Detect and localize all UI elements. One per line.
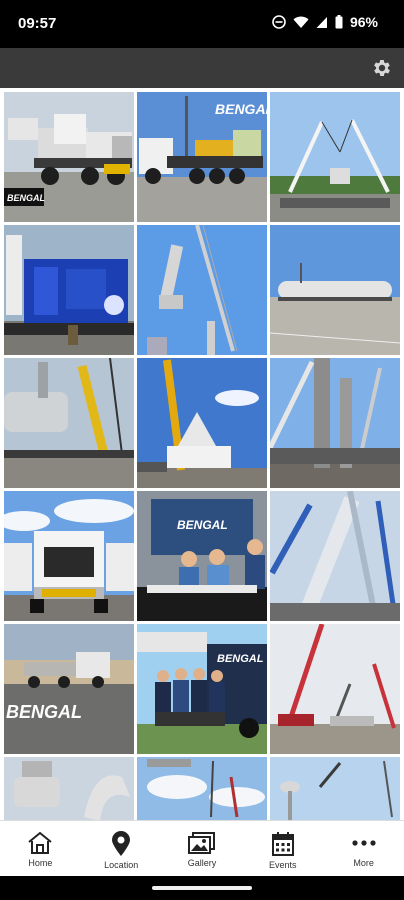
photo-image [137, 757, 267, 820]
more-dots-icon [351, 840, 376, 846]
gallery-photo[interactable] [4, 225, 134, 355]
nav-item-more[interactable]: More [323, 821, 404, 876]
gallery-photo[interactable] [4, 757, 134, 820]
nav-label-more: More [353, 858, 374, 868]
gallery-photo[interactable] [4, 491, 134, 621]
location-pin-icon [112, 831, 131, 856]
photo-image [137, 225, 267, 355]
gallery-photo[interactable] [4, 358, 134, 488]
gallery-photo[interactable]: BENGAL [137, 491, 267, 621]
nav-label-gallery: Gallery [187, 858, 217, 868]
signal-icon [316, 16, 327, 28]
photo-image: BENGAL [137, 624, 267, 754]
photo-image [4, 757, 134, 820]
photo-image [4, 358, 134, 488]
photo-image [4, 225, 134, 355]
system-gesture-bar [0, 876, 404, 900]
gallery-photo[interactable] [270, 358, 400, 488]
nav-item-gallery[interactable]: Gallery [162, 821, 243, 876]
photo-caption: BENGAL [7, 193, 45, 203]
photo-caption: BENGAL [177, 518, 228, 532]
photo-image [270, 358, 400, 488]
photo-caption: BENGAL [215, 101, 267, 117]
gallery-photo[interactable] [137, 358, 267, 488]
wifi-icon [293, 16, 309, 28]
photo-image [270, 491, 400, 621]
nav-item-location[interactable]: Location [81, 821, 162, 876]
photo-image [270, 757, 400, 820]
battery-icon [335, 15, 343, 29]
battery-percent: 96% [349, 14, 378, 30]
gallery-photo[interactable]: BENGAL [137, 624, 267, 754]
status-bar: 09:57 96% [0, 0, 404, 48]
nav-label-home: Home [28, 858, 53, 868]
nav-item-home[interactable]: Home [0, 821, 81, 876]
gallery-photo[interactable] [137, 757, 267, 820]
gallery-photo[interactable] [270, 624, 400, 754]
photo-caption: BENGAL [6, 702, 82, 722]
nav-label-location: Location [104, 860, 139, 870]
nav-item-events[interactable]: Events [242, 821, 323, 876]
gallery-photo[interactable]: BENGAL [4, 624, 134, 754]
photo-image: BENGAL [4, 92, 134, 222]
settings-button[interactable] [368, 54, 396, 82]
photo-grid: BENGAL BENGAL [0, 88, 404, 820]
photo-image: BENGAL [137, 491, 267, 621]
photo-image: BENGAL [4, 624, 134, 754]
gallery-photo[interactable] [270, 225, 400, 355]
nav-label-events: Events [269, 860, 297, 870]
gear-icon [374, 60, 390, 76]
photo-image [270, 92, 400, 222]
gallery-photo[interactable] [137, 225, 267, 355]
gallery-photo[interactable]: BENGAL [137, 92, 267, 222]
bottom-nav: Home Location Gallery Events More [0, 820, 404, 876]
status-icons: 96% [272, 14, 378, 30]
gallery-photo[interactable] [270, 92, 400, 222]
status-time: 09:57 [18, 15, 57, 32]
do-not-disturb-icon [272, 15, 286, 29]
gallery-photo[interactable] [270, 757, 400, 820]
home-icon [28, 831, 53, 854]
gallery-photo[interactable] [270, 491, 400, 621]
app-bar [0, 48, 404, 88]
photo-image [137, 358, 267, 488]
photo-image [270, 225, 400, 355]
photo-image [4, 491, 134, 621]
gallery-photo[interactable]: BENGAL [4, 92, 134, 222]
photo-caption: BENGAL [217, 653, 264, 665]
home-gesture-handle[interactable] [152, 886, 252, 890]
gallery-icon [187, 832, 215, 854]
photo-image [270, 624, 400, 754]
calendar-icon [271, 832, 294, 856]
photo-image: BENGAL [137, 92, 267, 222]
